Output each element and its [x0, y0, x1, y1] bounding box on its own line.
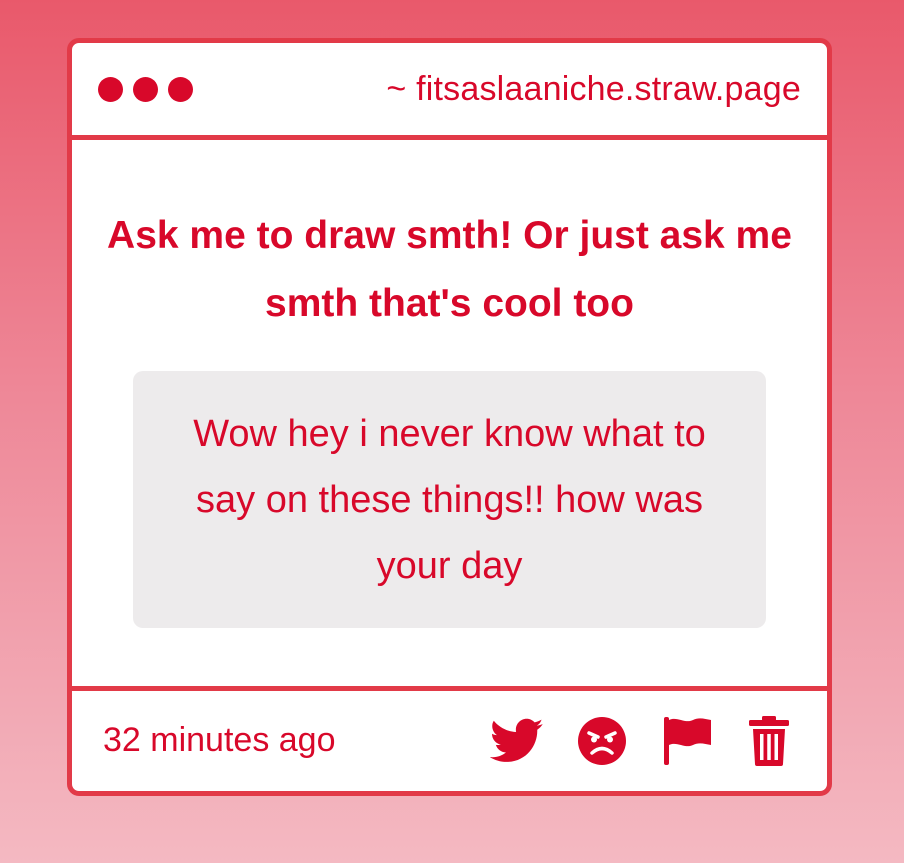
- window-titlebar: ~ fitsaslaaniche.straw.page: [72, 43, 827, 140]
- question-prompt: Ask me to draw smth! Or just ask me smth…: [107, 214, 792, 325]
- message-box: Wow hey i never know what to say on thes…: [133, 371, 766, 628]
- card-footer: 32 minutes ago: [72, 686, 827, 791]
- window-dot-icon: [133, 76, 158, 102]
- question-card: ~ fitsaslaaniche.straw.page Ask me to dr…: [67, 38, 832, 796]
- flag-icon: [664, 717, 711, 765]
- delete-button[interactable]: [741, 713, 797, 769]
- report-button[interactable]: [659, 713, 715, 769]
- page-url: ~ fitsaslaaniche.straw.page: [386, 69, 801, 108]
- window-dot-icon: [98, 76, 123, 102]
- timestamp: 32 minutes ago: [103, 721, 336, 759]
- block-user-button[interactable]: [574, 713, 630, 769]
- message-text: Wow hey i never know what to say on thes…: [193, 412, 706, 587]
- trash-icon: [749, 716, 789, 766]
- window-dots: [98, 76, 193, 102]
- question-content: Ask me to draw smth! Or just ask me smth…: [72, 140, 827, 686]
- window-dot-icon: [168, 76, 193, 102]
- twitter-share-button[interactable]: [489, 713, 545, 769]
- action-bar: [487, 713, 827, 769]
- twitter-icon: [490, 718, 544, 762]
- angry-face-icon: [578, 717, 626, 765]
